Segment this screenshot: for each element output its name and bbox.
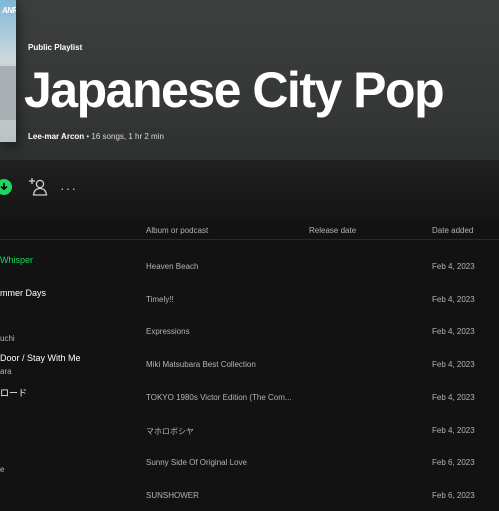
- track-row[interactable]: SUNSHOWER Feb 6, 2023: [0, 479, 499, 511]
- playlist-type-label: Public Playlist: [28, 43, 83, 52]
- track-album[interactable]: Timely!!: [146, 295, 174, 304]
- playlist-meta: Lee-mar Arcon • 16 songs, 1 hr 2 min: [28, 132, 164, 141]
- header-divider: [0, 239, 499, 240]
- track-row[interactable]: ロード TOKYO 1980s Victor Edition (The Com..…: [0, 381, 499, 413]
- track-date-added: Feb 4, 2023: [432, 327, 475, 337]
- track-album[interactable]: TOKYO 1980s Victor Edition (The Com...: [146, 393, 292, 402]
- track-album[interactable]: Expressions: [146, 327, 190, 336]
- column-header-album[interactable]: Album or podcast: [146, 226, 208, 235]
- column-header-release-date[interactable]: Release date: [309, 226, 356, 235]
- download-icon: [0, 182, 8, 191]
- track-artist[interactable]: e: [0, 465, 4, 474]
- more-options-button[interactable]: ···: [60, 180, 77, 196]
- track-album[interactable]: SUNSHOWER: [146, 491, 199, 500]
- track-date-added: Feb 4, 2023: [432, 425, 475, 435]
- track-artist[interactable]: ara: [0, 367, 12, 376]
- track-row[interactable]: e Sunny Side Of Original Love Feb 6, 2023: [0, 446, 499, 478]
- track-date-added: Feb 4, 2023: [432, 262, 475, 271]
- add-collaborator-button[interactable]: [27, 177, 49, 197]
- playlist-title[interactable]: Japanese City Pop: [24, 60, 445, 120]
- track-row[interactable]: mmer Days Timely!! Feb 4, 2023: [0, 283, 499, 315]
- track-date-added: Feb 4, 2023: [432, 294, 475, 304]
- track-title[interactable]: Door / Stay With Me: [0, 353, 81, 363]
- track-date-added: Feb 6, 2023: [432, 490, 475, 500]
- track-album[interactable]: マホロボシヤ: [146, 426, 194, 437]
- track-title[interactable]: Whisper: [0, 255, 33, 265]
- playlist-stats: • 16 songs, 1 hr 2 min: [84, 132, 164, 141]
- track-artist[interactable]: uchi: [0, 334, 15, 343]
- column-header-date-added[interactable]: Date added: [432, 226, 473, 235]
- track-date-added: Feb 6, 2023: [432, 458, 475, 468]
- track-title[interactable]: ロード: [0, 386, 27, 399]
- track-album[interactable]: Heaven Beach: [146, 262, 198, 271]
- cover-figure: [0, 66, 16, 120]
- track-row[interactable]: Whisper Heaven Beach Feb 4, 2023: [0, 250, 499, 282]
- owner-link[interactable]: Lee-mar Arcon: [28, 132, 84, 141]
- track-album[interactable]: Sunny Side Of Original Love: [146, 458, 247, 467]
- track-title[interactable]: mmer Days: [0, 288, 46, 298]
- track-row[interactable]: マホロボシヤ Feb 4, 2023: [0, 414, 499, 446]
- track-row[interactable]: Door / Stay With Me ara Miki Matsubara Bes…: [0, 348, 499, 380]
- cover-text: ANRI: [2, 6, 16, 15]
- playlist-cover-image[interactable]: ANRI: [0, 0, 16, 142]
- track-date-added: Feb 4, 2023: [432, 392, 475, 402]
- add-user-icon: [29, 178, 48, 196]
- track-album[interactable]: Miki Matsubara Best Collection: [146, 360, 256, 369]
- track-row[interactable]: uchi Expressions Feb 4, 2023: [0, 315, 499, 347]
- track-date-added: Feb 4, 2023: [432, 360, 475, 370]
